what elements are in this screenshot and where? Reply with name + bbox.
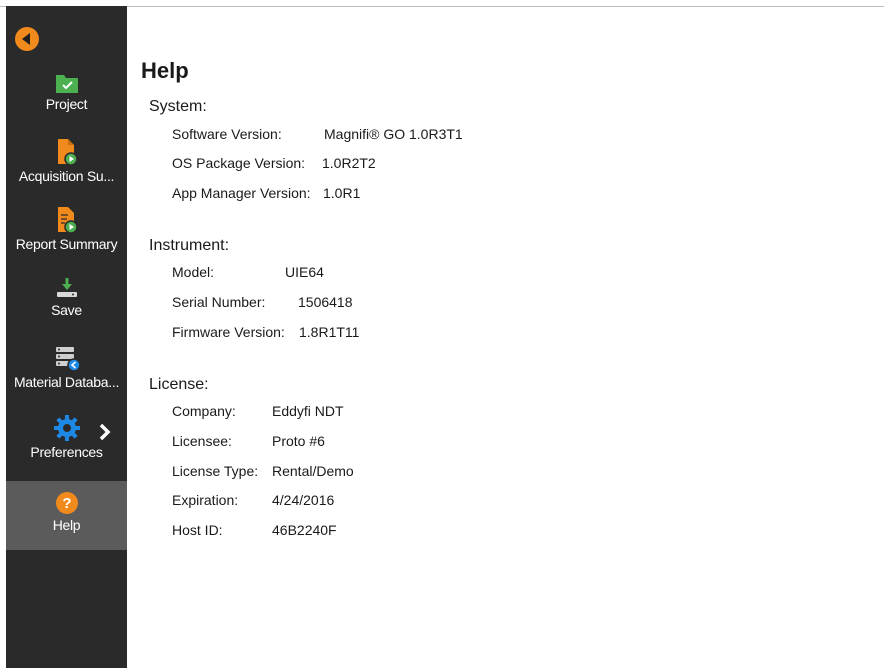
- expiration-label: Expiration:: [172, 492, 239, 508]
- download-drive-icon: [56, 278, 77, 297]
- instrument-heading: Instrument:: [149, 237, 230, 254]
- serial-number-row: Serial Number: 1506418: [172, 294, 353, 310]
- svg-text:?: ?: [62, 495, 71, 512]
- host-id-value: 46B2240F: [272, 522, 337, 538]
- software-version-label: Software Version:: [172, 126, 282, 142]
- document-play-icon: [57, 139, 78, 166]
- model-row: Model: UIE64: [172, 264, 324, 280]
- sidebar-item-project[interactable]: Project: [6, 72, 127, 128]
- license-type-row: License Type: Rental/Demo: [172, 463, 354, 479]
- sidebar-item-label: Report Summary: [15, 236, 118, 252]
- sidebar-item-help[interactable]: ? Help: [6, 481, 127, 550]
- back-button[interactable]: [14, 26, 40, 52]
- sidebar-item-label: Preferences: [30, 444, 103, 460]
- sidebar-item-acquisition-summary[interactable]: Acquisition Su...: [6, 138, 127, 198]
- host-id-label: Host ID:: [172, 522, 223, 538]
- page-title: Help: [141, 58, 189, 83]
- os-package-version-label: OS Package Version:: [172, 155, 306, 171]
- license-type-label: License Type:: [172, 463, 259, 479]
- sidebar-item-label: Help: [52, 517, 81, 533]
- licensee-row: Licensee: Proto #6: [172, 433, 325, 449]
- top-divider: [0, 6, 884, 7]
- software-version-row: Software Version: Magnifi® GO 1.0R3T1: [172, 126, 463, 142]
- os-package-version-row: OS Package Version: 1.0R2T2: [172, 155, 376, 171]
- sidebar-item-save[interactable]: Save: [6, 276, 127, 330]
- help-icon: ?: [55, 492, 78, 514]
- expiration-value: 4/24/2016: [272, 492, 335, 508]
- sidebar-item-preferences[interactable]: Preferences: [6, 414, 127, 474]
- firmware-version-label: Firmware Version:: [172, 324, 285, 340]
- sidebar-item-label: Project: [45, 96, 88, 112]
- sidebar-item-report-summary[interactable]: Report Summary: [6, 206, 127, 266]
- firmware-version-row: Firmware Version: 1.8R1T11: [172, 324, 359, 340]
- host-id-row: Host ID: 46B2240F: [172, 522, 337, 538]
- company-label: Company:: [172, 403, 236, 419]
- model-value: UIE64: [285, 264, 324, 280]
- software-version-value: Magnifi® GO 1.0R3T1: [324, 126, 463, 142]
- sidebar-item-label: Acquisition Su...: [18, 168, 115, 184]
- app-manager-version-row: App Manager Version: 1.0R1: [172, 185, 360, 201]
- gear-icon: [53, 415, 80, 441]
- serial-number-label: Serial Number:: [172, 294, 266, 310]
- system-heading: System:: [149, 98, 207, 115]
- back-arrow-icon: [15, 27, 39, 51]
- licensee-value: Proto #6: [272, 433, 325, 449]
- company-value: Eddyfi NDT: [272, 403, 344, 419]
- os-package-version-value: 1.0R2T2: [322, 155, 376, 171]
- sidebar-item-label: Material Databa...: [13, 374, 120, 390]
- app-manager-version-label: App Manager Version:: [172, 185, 311, 201]
- licensee-label: Licensee:: [172, 433, 232, 449]
- folder-check-icon: [55, 75, 78, 93]
- firmware-version-value: 1.8R1T11: [299, 324, 360, 340]
- company-row: Company: Eddyfi NDT: [172, 403, 344, 419]
- sidebar-item-material-database[interactable]: Material Databa...: [6, 344, 127, 404]
- serial-number-value: 1506418: [298, 294, 353, 310]
- chevron-right-icon: [99, 423, 111, 441]
- expiration-row: Expiration: 4/24/2016: [172, 492, 334, 508]
- app-manager-version-value: 1.0R1: [323, 185, 361, 201]
- database-icon: [55, 347, 81, 372]
- license-type-value: Rental/Demo: [272, 463, 354, 479]
- license-heading: License:: [149, 376, 209, 393]
- sidebar-item-label: Save: [51, 302, 82, 318]
- report-play-icon: [57, 207, 78, 234]
- sidebar: Project Acquisition Su... Report Summary…: [6, 6, 127, 668]
- model-label: Model:: [172, 264, 215, 280]
